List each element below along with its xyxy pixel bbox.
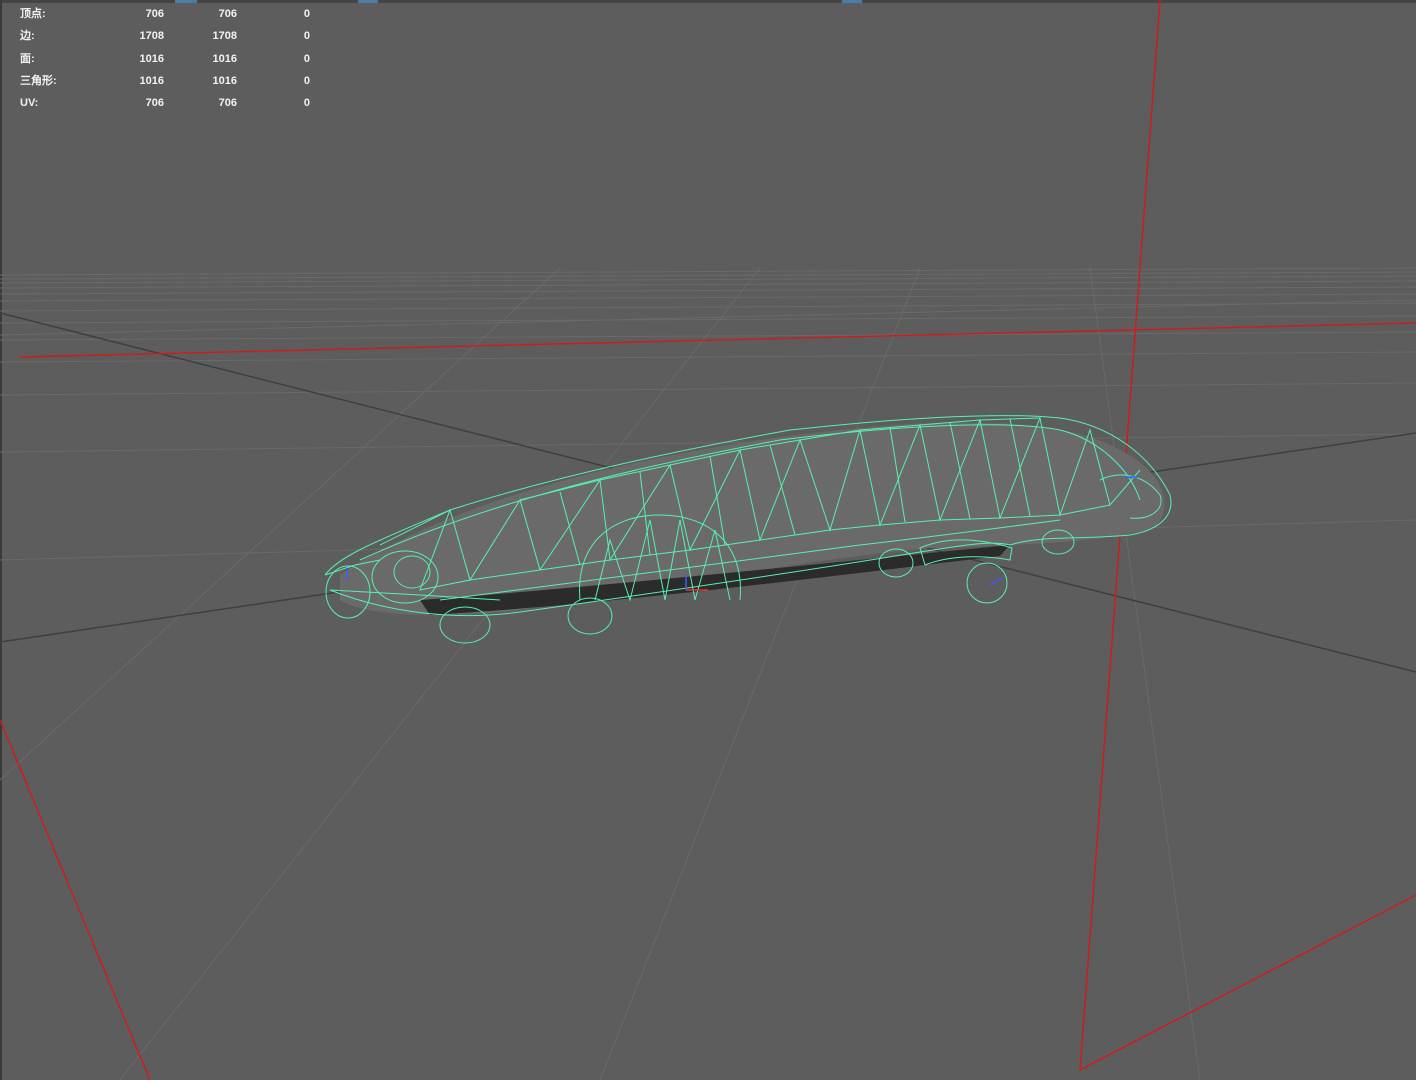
hud-value: 1016 [212, 52, 237, 65]
hud-row-uvs: UV: 706 706 0 [20, 92, 310, 114]
hud-label: 顶点: [20, 8, 46, 20]
hud-value: 706 [218, 97, 237, 110]
hud-label: 面: [20, 52, 35, 65]
hud-label: UV: [20, 97, 39, 110]
hud-value: 0 [303, 30, 310, 43]
hud-value: 1016 [139, 74, 164, 87]
hud-value: 0 [303, 97, 310, 110]
hud-value: 0 [303, 74, 310, 87]
ground-grid [0, 267, 1416, 1080]
hud-value: 0 [303, 8, 310, 20]
hud-value: 1016 [212, 74, 237, 87]
hud-value: 1708 [212, 30, 237, 43]
hud-label: 边: [20, 30, 35, 43]
viewport-scene[interactable] [0, 0, 1416, 1080]
hud-value: 0 [303, 52, 310, 65]
hud-value: 706 [145, 8, 164, 20]
3d-viewport[interactable]: 顶点: 706 706 0 边: 1708 1708 0 面: 1016 101… [0, 0, 1416, 1080]
hud-value: 1708 [139, 30, 164, 43]
hud-row-edges: 边: 1708 1708 0 [20, 25, 310, 47]
hud-value: 1016 [139, 52, 164, 65]
hud-row-vertices: 顶点: 706 706 0 [20, 3, 310, 25]
hud-label: 三角形: [20, 74, 57, 87]
vehicle-wireframe-mesh [324, 415, 1172, 644]
hud-value: 706 [145, 97, 164, 110]
poly-count-hud: 顶点: 706 706 0 边: 1708 1708 0 面: 1016 101… [20, 3, 310, 114]
hud-row-faces: 面: 1016 1016 0 [20, 48, 310, 70]
hud-value: 706 [218, 8, 237, 20]
hud-row-triangles: 三角形: 1016 1016 0 [20, 70, 310, 92]
